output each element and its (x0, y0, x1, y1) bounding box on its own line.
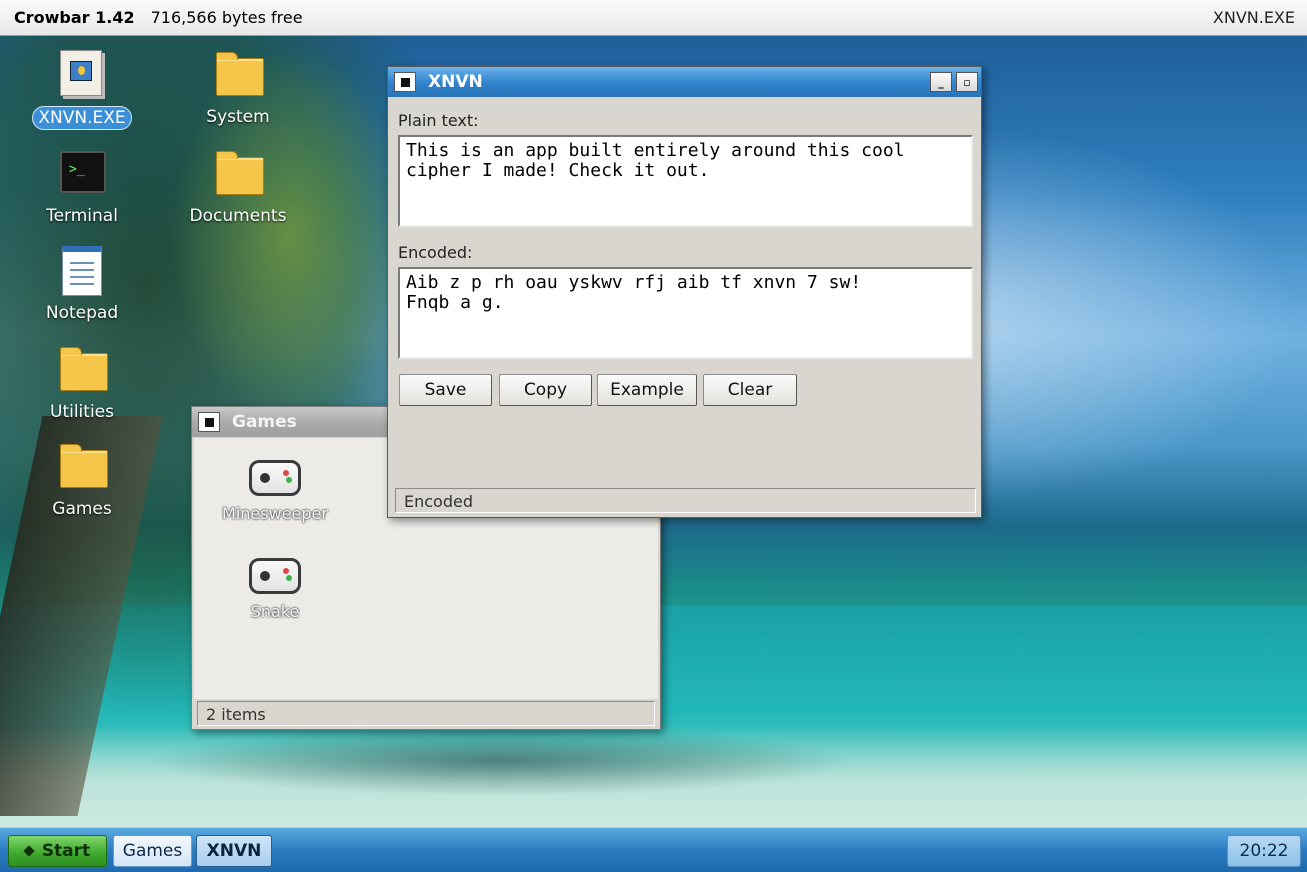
taskbar: Start Games XNVN 20:22 (0, 827, 1307, 872)
minimize-button[interactable]: _ (930, 72, 952, 92)
clock[interactable]: 20:22 (1227, 835, 1301, 867)
clear-button[interactable]: Clear (703, 374, 797, 406)
taskbar-item-xnvn[interactable]: XNVN (196, 835, 272, 867)
desktop-icon-label: System (206, 107, 270, 127)
desktop-icon-notepad[interactable]: Notepad (22, 246, 142, 324)
games-status-bar: 2 items (197, 701, 655, 726)
start-button[interactable]: Start (8, 835, 107, 867)
xnvn-status-bar: Encoded (395, 488, 976, 513)
menubar: Crowbar 1.42 716,566 bytes free XNVN.EXE (0, 0, 1307, 36)
game-item-snake[interactable]: Snake (210, 558, 340, 621)
folder-icon (210, 149, 266, 201)
notepad-icon (54, 246, 110, 298)
example-button[interactable]: Example (597, 374, 697, 406)
folder-icon (54, 442, 110, 494)
desktop-icon-terminal[interactable]: >_ Terminal (22, 149, 142, 227)
folder-icon (210, 50, 266, 102)
plain-text-label: Plain text: (398, 111, 479, 130)
desktop-icon-system[interactable]: System (178, 50, 298, 128)
desktop-icon-label: Notepad (45, 303, 119, 323)
desktop-icon-label: XNVN.EXE (32, 106, 132, 130)
desktop-icon-utilities[interactable]: Utilities (22, 345, 142, 423)
desktop-icon-label: Utilities (50, 402, 114, 422)
desktop-icon-games[interactable]: Games (22, 442, 142, 520)
start-label: Start (41, 841, 91, 861)
plain-text-input[interactable]: This is an app built entirely around thi… (398, 135, 973, 227)
window-title: XNVN (428, 72, 483, 92)
active-program-name: XNVN.EXE (1212, 8, 1295, 27)
save-button[interactable]: Save (399, 374, 492, 406)
wallpaper-shadow (150, 726, 850, 796)
encoded-output[interactable]: Aib z p rh oau yskwv rfj aib tf xnvn 7 s… (398, 267, 973, 359)
start-icon (23, 845, 35, 857)
taskbar-item-games[interactable]: Games (113, 835, 192, 867)
xnvn-window[interactable]: XNVN _ ▫ Plain text: This is an app buil… (387, 66, 982, 518)
os-name: Crowbar 1.42 (14, 8, 135, 27)
gamepad-icon (249, 558, 301, 594)
desktop-icon-documents[interactable]: Documents (178, 149, 298, 227)
close-icon[interactable] (394, 72, 416, 92)
xnvn-window-titlebar[interactable]: XNVN _ ▫ (388, 67, 981, 97)
game-item-label: Snake (250, 602, 300, 621)
maximize-button[interactable]: ▫ (956, 72, 978, 92)
game-item-minesweeper[interactable]: Minesweeper (210, 460, 340, 523)
encoded-label: Encoded: (398, 243, 473, 262)
gamepad-icon (249, 460, 301, 496)
window-title: Games (232, 412, 297, 432)
desktop-icon-label: Games (52, 499, 112, 519)
desktop-icon-label: Documents (189, 206, 287, 226)
game-item-label: Minesweeper (222, 504, 328, 523)
desktop-icon-label: Terminal (46, 206, 118, 226)
desktop-icon-xnvn-exe[interactable]: XNVN.EXE (22, 50, 142, 130)
memory-status: 716,566 bytes free (150, 8, 303, 27)
folder-icon (54, 345, 110, 397)
close-icon[interactable] (198, 412, 220, 432)
xnvn-exe-icon (54, 50, 110, 102)
copy-button[interactable]: Copy (499, 374, 592, 406)
terminal-icon: >_ (54, 149, 110, 201)
